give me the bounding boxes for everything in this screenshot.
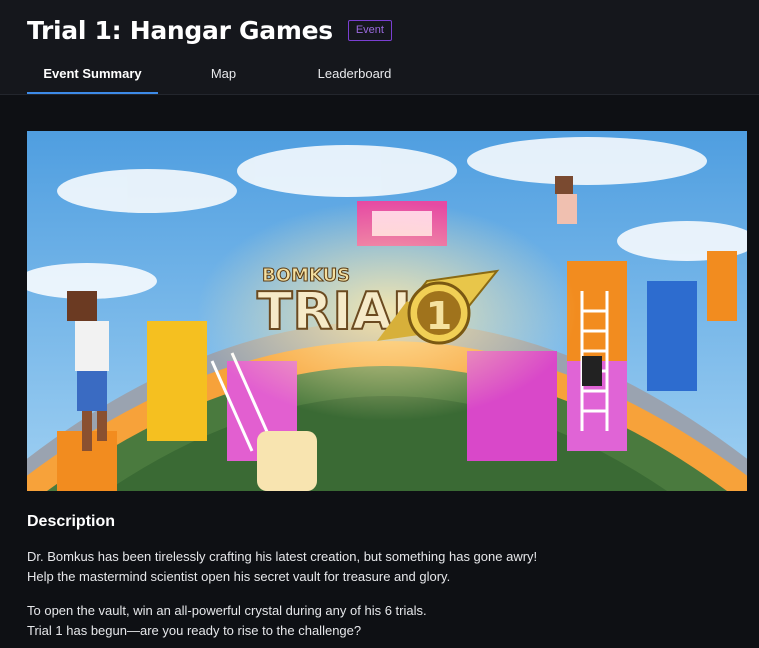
description-heading: Description (27, 513, 116, 530)
tab-map[interactable]: Map (158, 60, 289, 94)
trial-number-text: 1 (426, 294, 452, 338)
tab-bar: Event Summary Map Leaderboard (27, 60, 420, 95)
page-title: Trial 1: Hangar Games (27, 15, 333, 45)
description-line-2: Help the mastermind scientist open his s… (27, 569, 451, 584)
title-row: Trial 1: Hangar Games Event (27, 13, 392, 47)
description-line-3: To open the vault, win an all-powerful c… (27, 603, 427, 618)
tab-event-summary[interactable]: Event Summary (27, 60, 158, 94)
page-header: Trial 1: Hangar Games Event Event Summar… (0, 0, 759, 95)
tab-leaderboard[interactable]: Leaderboard (289, 60, 420, 94)
event-badge: Event (347, 19, 392, 41)
event-hero-image: BOMKUS TRIAL 1 (27, 131, 747, 491)
description-line-1: Dr. Bomkus has been tirelessly crafting … (27, 549, 538, 564)
description-line-4: Trial 1 has begun—are you ready to rise … (27, 623, 362, 638)
